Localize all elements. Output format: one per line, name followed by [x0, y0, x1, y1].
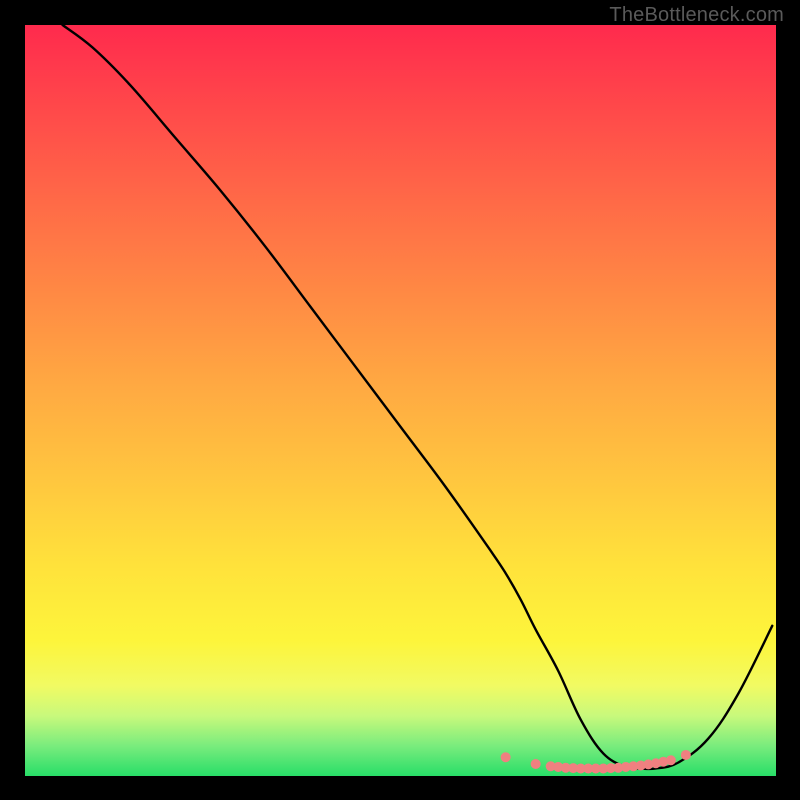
- bottleneck-curve-line: [63, 25, 773, 769]
- marker-dot: [666, 755, 676, 765]
- marker-dots: [501, 750, 691, 774]
- plot-area: [25, 25, 776, 776]
- chart-frame: TheBottleneck.com: [0, 0, 800, 800]
- attribution-text: TheBottleneck.com: [609, 4, 784, 27]
- marker-dot: [531, 759, 541, 769]
- curve-svg: [25, 25, 776, 776]
- marker-dot: [501, 752, 511, 762]
- marker-dot: [681, 750, 691, 760]
